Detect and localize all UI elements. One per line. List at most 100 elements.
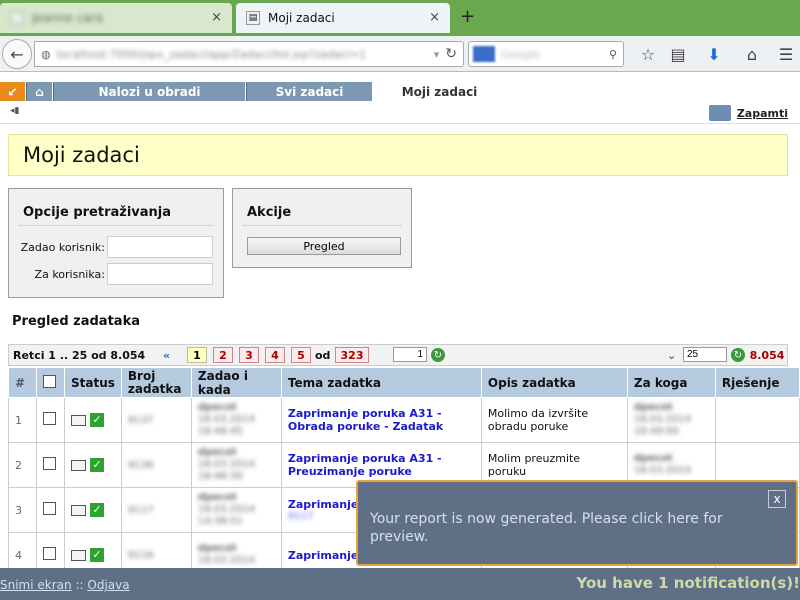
row-zadao: dpecot 18.03.2014 14:38:51 — [190, 487, 282, 533]
page-size-input[interactable] — [683, 347, 727, 362]
search-input[interactable]: Google ⚲ — [468, 41, 624, 67]
tema-link[interactable]: Zaprimanje poruka A31 - Obrada poruke - … — [288, 407, 475, 433]
row-tema[interactable]: Zaprimanje poruka A31 - Obrada poruke - … — [280, 397, 482, 443]
browser-tab[interactable]: Jeanne cara × — [0, 3, 232, 33]
col-za-koga[interactable]: Za koga — [626, 367, 716, 398]
menu-icon[interactable]: ☰ — [772, 40, 800, 68]
goto-page-input[interactable] — [393, 347, 427, 362]
row-status: ✓ — [64, 487, 122, 533]
row-checkbox[interactable] — [43, 457, 56, 470]
reading-list-icon[interactable]: ▤ — [664, 40, 692, 68]
odjava-link[interactable]: Odjava — [87, 578, 129, 592]
collapse-arrow-icon[interactable]: ↙ — [0, 82, 26, 101]
zadao-user: dpecot — [197, 402, 237, 413]
download-icon[interactable]: ⬇ — [700, 40, 728, 68]
table-row[interactable]: 1 ✓ 9137 dpecot 18.03.2014 18:48:45 Zaprimanj… — [8, 397, 800, 443]
save-button[interactable]: Zapamti — [708, 105, 788, 121]
close-icon[interactable]: x — [768, 490, 786, 508]
browser-tab-active[interactable]: ▤ Moji zadaci × — [236, 3, 450, 33]
home-icon[interactable]: ⌂ — [738, 40, 766, 68]
row-za-koga: dpecot 18.03.2014 18:49:00 — [626, 397, 716, 443]
col-tema[interactable]: Tema zadatka — [280, 367, 482, 398]
page-2[interactable]: 2 — [213, 347, 233, 363]
col-status[interactable]: Status — [64, 367, 122, 398]
pregled-button[interactable]: Pregled — [247, 237, 401, 255]
za-user: dpecot — [633, 402, 673, 413]
field-label: Zadao korisnik: — [20, 240, 105, 254]
select-all-checkbox[interactable] — [43, 374, 56, 388]
row-select[interactable] — [36, 487, 65, 533]
last-page[interactable]: 323 — [335, 347, 369, 363]
tab-moji-zadaci[interactable]: Moji zadaci — [373, 82, 507, 101]
row-opis: Molimo da izvršite obradu poruke — [480, 397, 628, 443]
favicon-icon: ▤ — [246, 11, 260, 25]
zadao-time: 18.03.2014 14:38:51 — [197, 504, 256, 527]
zadao-user: dpecot — [197, 543, 237, 554]
rows-info: Retci 1 .. 25 od 8.054 — [13, 349, 146, 362]
row-checkbox[interactable] — [43, 412, 56, 425]
row-select[interactable] — [36, 442, 65, 488]
broj-value: 9136 — [127, 460, 154, 471]
zadao-korisnik-input[interactable] — [107, 236, 213, 258]
tema-link[interactable]: Zaprimanje poruka A31 - Preuzimanje poru… — [288, 452, 475, 478]
zadao-time: 18.03.2014 — [197, 555, 256, 566]
tab-nalozi-u-obradi[interactable]: Nalozi u obradi — [54, 82, 246, 101]
row-zadao: dpecot 18.03.2014 18:48:45 — [190, 397, 282, 443]
row-status: ✓ — [64, 397, 122, 443]
notification-popup[interactable]: x Your report is now generated. Please c… — [356, 480, 798, 566]
tab-close-icon[interactable]: × — [429, 10, 440, 25]
field-row: Za korisnika: — [35, 263, 213, 285]
row-checkbox[interactable] — [43, 547, 56, 560]
snimi-ekran-link[interactable]: Snimi ekran — [0, 578, 72, 592]
row-checkbox[interactable] — [43, 502, 56, 515]
footer-links: Snimi ekran :: Odjava — [0, 578, 130, 592]
new-tab-button[interactable]: + — [460, 6, 475, 27]
browser-nav-bar: ← ◍ localhost:7000/jspx_zadaci/app/Zadac… — [0, 36, 800, 72]
save-label: Zapamti — [736, 106, 788, 120]
envelope-icon — [71, 549, 86, 561]
apply-icon[interactable]: ↻ — [731, 348, 745, 362]
favicon-icon — [10, 11, 24, 25]
page-4[interactable]: 4 — [265, 347, 285, 363]
popup-message[interactable]: Your report is now generated. Please cli… — [370, 510, 766, 546]
page-size-dropdown-icon[interactable]: ⌄ — [667, 349, 676, 362]
col-opis[interactable]: Opis zadatka — [480, 367, 628, 398]
search-icon[interactable]: ⚲ — [609, 48, 617, 61]
zadao-user: dpecot — [197, 492, 237, 503]
za-time: 18.03.2014 — [633, 465, 692, 476]
notification-count[interactable]: You have 1 notification(s)! — [576, 574, 800, 592]
speaker-icon[interactable]: ◂▮ — [10, 106, 19, 116]
page-3[interactable]: 3 — [239, 347, 259, 363]
page-5[interactable]: 5 — [291, 347, 311, 363]
page-1[interactable]: 1 — [187, 347, 207, 363]
row-number: 2 — [8, 442, 37, 488]
bookmark-star-icon[interactable]: ☆ — [634, 40, 662, 68]
section-title: Pregled zadataka — [12, 314, 140, 329]
col-zadao[interactable]: Zadao i kada — [190, 367, 282, 398]
total-rows: 8.054 — [749, 348, 785, 362]
dropdown-icon[interactable]: ▾ — [434, 48, 440, 61]
za-user: dpecot — [633, 453, 673, 464]
tab-svi-zadaci[interactable]: Svi zadaci — [247, 82, 373, 101]
panel-title: Akcije — [247, 205, 292, 220]
za-korisnika-input[interactable] — [107, 263, 213, 285]
col-num[interactable]: # — [8, 367, 37, 398]
browser-tab-bar: Jeanne cara × ▤ Moji zadaci × + — [0, 0, 800, 36]
broj-value: 9116 — [127, 550, 154, 561]
col-rjesenje[interactable]: Rješenje — [714, 367, 800, 398]
home-tab-icon[interactable]: ⌂ — [27, 82, 53, 101]
back-button[interactable]: ← — [2, 39, 32, 69]
col-broj[interactable]: Broj zadatka — [120, 367, 192, 398]
check-icon: ✓ — [90, 503, 104, 517]
field-label: Za korisnika: — [34, 267, 105, 281]
envelope-icon — [71, 414, 86, 426]
prev-page-icon[interactable]: « — [163, 349, 170, 362]
url-bar[interactable]: ◍ localhost:7000/jspx_zadaci/app/Zadaci/… — [34, 41, 464, 67]
row-select[interactable] — [36, 397, 65, 443]
save-screen-icon — [708, 105, 731, 121]
col-select-all[interactable] — [36, 367, 65, 398]
tab-label: Moji zadaci — [401, 84, 478, 99]
go-icon[interactable]: ↻ — [431, 348, 445, 362]
tab-close-icon[interactable]: × — [211, 10, 222, 25]
reload-icon[interactable]: ↻ — [445, 46, 457, 62]
